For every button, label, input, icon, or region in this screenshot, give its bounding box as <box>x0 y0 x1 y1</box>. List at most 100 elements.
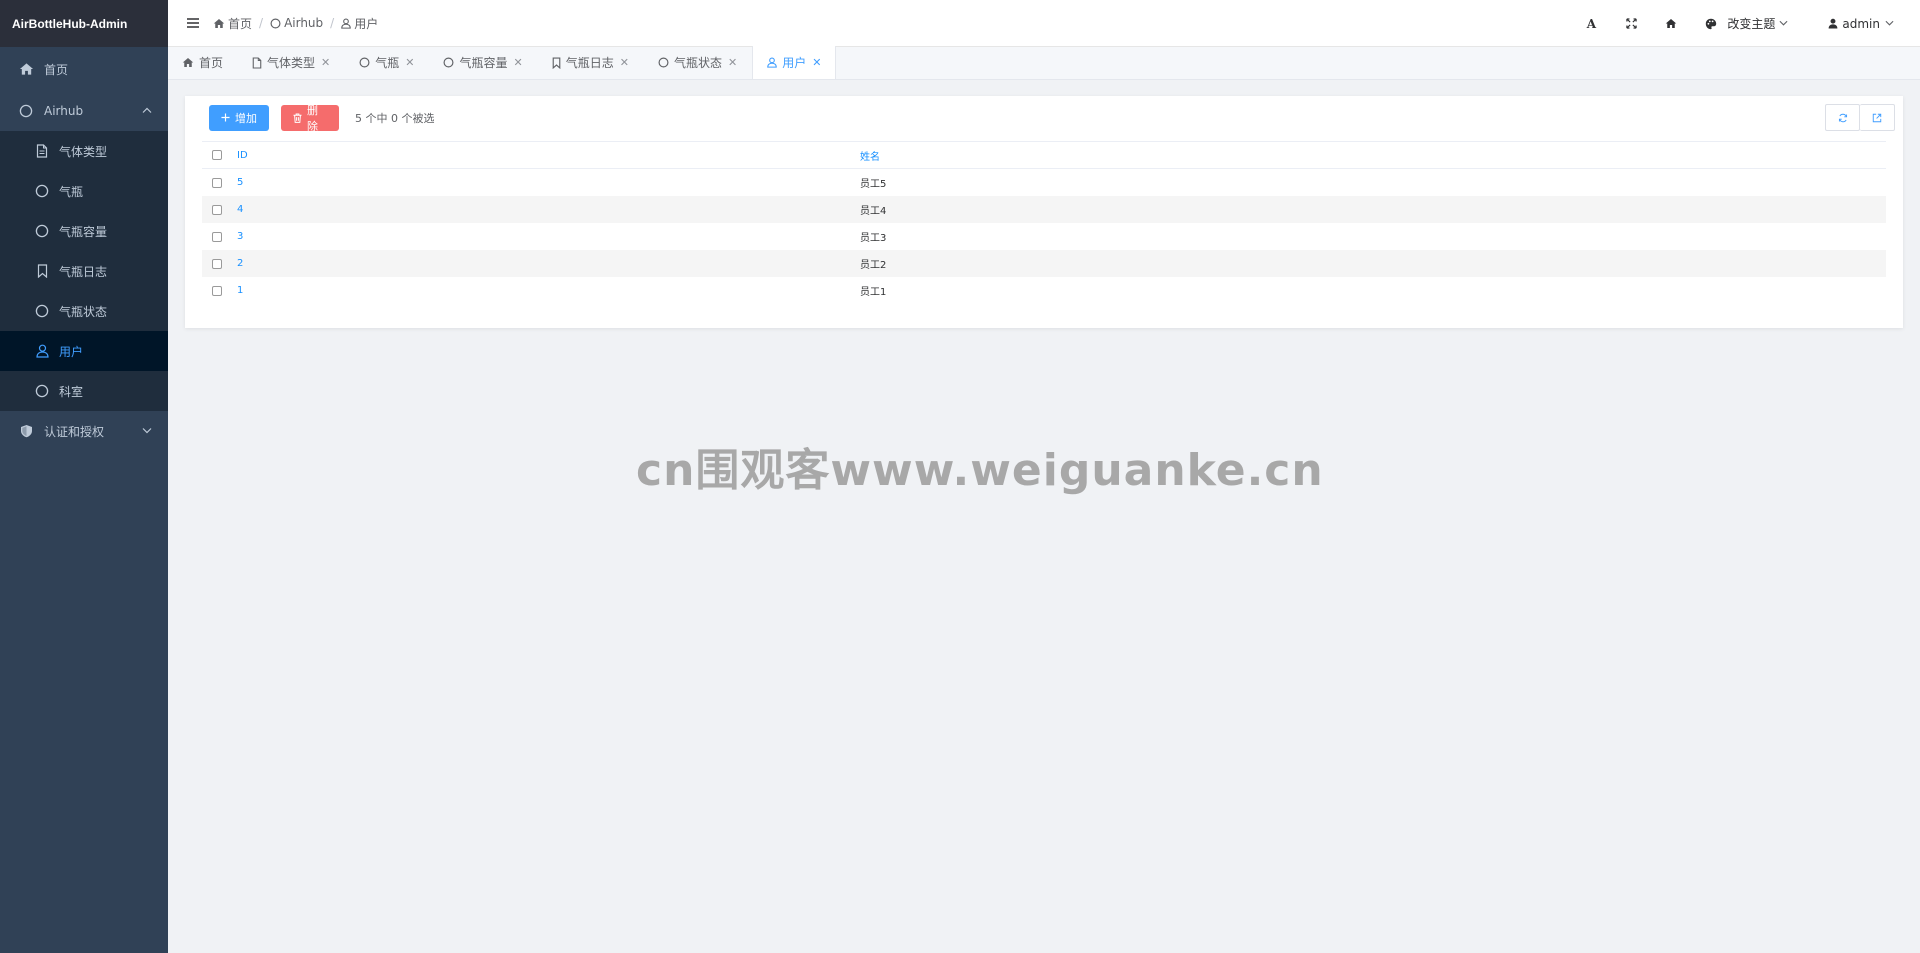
table-header-row: ID 姓名 <box>202 141 1886 169</box>
row-checkbox[interactable] <box>212 285 222 296</box>
plus-icon <box>221 113 230 122</box>
sidebar-item-airhub[interactable]: Airhub <box>0 91 168 131</box>
sidebar-item-user[interactable]: 用户 <box>0 331 168 371</box>
app-title: AirBottleHub-Admin <box>12 16 128 31</box>
refresh-button[interactable] <box>1825 104 1860 131</box>
row-id-link[interactable]: 2 <box>228 258 860 269</box>
breadcrumb-item-user: 用户 <box>341 15 378 32</box>
breadcrumb-item-airhub[interactable]: Airhub <box>270 16 323 30</box>
user-table: ID 姓名 5 员工5 4 员工4 3 员工3 2 员工2 1 员工1 <box>202 141 1886 304</box>
sidebar-item-gas-type[interactable]: 气体类型 <box>0 131 168 171</box>
tab-bottle-log[interactable]: 气瓶日志 ✕ <box>538 46 644 79</box>
fullscreen-icon[interactable] <box>1611 0 1651 47</box>
close-icon[interactable]: ✕ <box>514 56 523 69</box>
sidebar-item-bottle-capacity[interactable]: 气瓶容量 <box>0 211 168 251</box>
circle-icon <box>359 57 370 68</box>
user-icon <box>1828 18 1838 29</box>
home-icon <box>182 57 194 68</box>
sidebar-item-label: 气瓶容量 <box>59 224 108 239</box>
document-icon <box>34 143 50 159</box>
chevron-up-icon <box>142 106 152 117</box>
tab-bottle-status[interactable]: 气瓶状态 ✕ <box>644 46 752 79</box>
breadcrumb-item-home[interactable]: 首页 <box>213 15 252 32</box>
table-row: 4 员工4 <box>202 196 1886 223</box>
row-checkbox[interactable] <box>212 231 222 242</box>
sidebar-item-label: 气瓶日志 <box>59 264 108 279</box>
row-checkbox[interactable] <box>212 204 222 215</box>
select-all-checkbox[interactable] <box>212 150 222 160</box>
column-header-id[interactable]: ID <box>228 150 860 161</box>
sidebar-item-label: 首页 <box>44 62 69 77</box>
chevron-down-icon <box>1779 19 1788 29</box>
close-icon[interactable]: ✕ <box>405 56 414 69</box>
circle-icon <box>34 303 50 319</box>
tab-user[interactable]: 用户 ✕ <box>752 46 837 79</box>
sidebar-item-bottle[interactable]: 气瓶 <box>0 171 168 211</box>
column-header-name[interactable]: 姓名 <box>860 148 1886 163</box>
row-checkbox[interactable] <box>212 258 222 269</box>
delete-button[interactable]: 删除 <box>281 104 339 133</box>
username-label: admin <box>1842 16 1880 31</box>
sidebar-item-label: 气瓶状态 <box>59 304 108 319</box>
hamburger-icon[interactable] <box>185 15 201 31</box>
home-icon <box>18 61 34 77</box>
add-button[interactable]: 增加 <box>209 104 269 131</box>
export-icon <box>1872 113 1882 122</box>
circle-icon <box>34 183 50 199</box>
trash-icon <box>293 112 302 123</box>
sidebar: AirBottleHub-Admin 首页 Airhub 气体类型 气瓶 气瓶容… <box>0 0 168 953</box>
row-id-link[interactable]: 5 <box>228 177 860 188</box>
row-name: 员工4 <box>860 206 887 217</box>
sidebar-item-auth[interactable]: 认证和授权 <box>0 411 168 451</box>
row-name: 员工5 <box>860 179 887 190</box>
palette-icon <box>1705 18 1717 30</box>
font-size-icon[interactable]: A <box>1571 0 1611 47</box>
sidebar-item-label: 气瓶 <box>59 184 84 199</box>
sidebar-item-home[interactable]: 首页 <box>0 47 168 91</box>
chevron-down-icon <box>1885 19 1894 29</box>
row-id-link[interactable]: 4 <box>228 204 860 215</box>
tab-home[interactable]: 首页 <box>168 46 238 79</box>
row-id-link[interactable]: 1 <box>228 285 860 296</box>
close-icon[interactable]: ✕ <box>620 56 629 69</box>
table-row: 1 员工1 <box>202 277 1886 304</box>
theme-label: 改变主题 <box>1727 17 1776 31</box>
table-row: 2 员工2 <box>202 250 1886 277</box>
table-tools <box>1825 104 1895 131</box>
table-row: 5 员工5 <box>202 169 1886 196</box>
close-icon[interactable]: ✕ <box>321 56 330 69</box>
refresh-icon <box>1838 113 1847 122</box>
row-name: 员工1 <box>860 287 887 298</box>
sidebar-item-bottle-status[interactable]: 气瓶状态 <box>0 291 168 331</box>
user-dropdown[interactable]: admin <box>1828 17 1894 31</box>
sidebar-item-bottle-log[interactable]: 气瓶日志 <box>0 251 168 291</box>
sidebar-item-label: 气体类型 <box>59 144 108 159</box>
breadcrumb-separator: / <box>330 16 335 30</box>
circle-icon <box>34 383 50 399</box>
row-checkbox[interactable] <box>212 177 222 188</box>
bookmark-icon <box>34 263 50 279</box>
tab-gas-type[interactable]: 气体类型 ✕ <box>238 46 345 79</box>
close-icon[interactable]: ✕ <box>812 56 821 69</box>
top-navbar: 首页 / Airhub / 用户 A 改变主题 admin <box>168 0 1920 47</box>
home-icon <box>213 18 225 28</box>
theme-dropdown[interactable]: 改变主题 <box>1705 15 1788 32</box>
sidebar-item-label: 认证和授权 <box>44 424 105 439</box>
circle-icon <box>34 223 50 239</box>
selection-info: 5 个中 0 个被选 <box>355 111 435 125</box>
circle-icon <box>270 18 281 28</box>
app-logo[interactable]: AirBottleHub-Admin <box>0 0 168 47</box>
table-row: 3 员工3 <box>202 223 1886 250</box>
row-id-link[interactable]: 3 <box>228 231 860 242</box>
breadcrumb-separator: / <box>259 16 264 30</box>
tab-bottle-capacity[interactable]: 气瓶容量 ✕ <box>429 46 537 79</box>
circle-icon <box>18 103 34 119</box>
close-icon[interactable]: ✕ <box>728 56 737 69</box>
row-name: 员工3 <box>860 233 887 244</box>
user-icon <box>34 343 50 359</box>
row-name: 员工2 <box>860 260 887 271</box>
home-icon[interactable] <box>1651 0 1691 47</box>
sidebar-item-department[interactable]: 科室 <box>0 371 168 411</box>
tab-bottle[interactable]: 气瓶 ✕ <box>345 46 429 79</box>
export-button[interactable] <box>1860 104 1895 131</box>
